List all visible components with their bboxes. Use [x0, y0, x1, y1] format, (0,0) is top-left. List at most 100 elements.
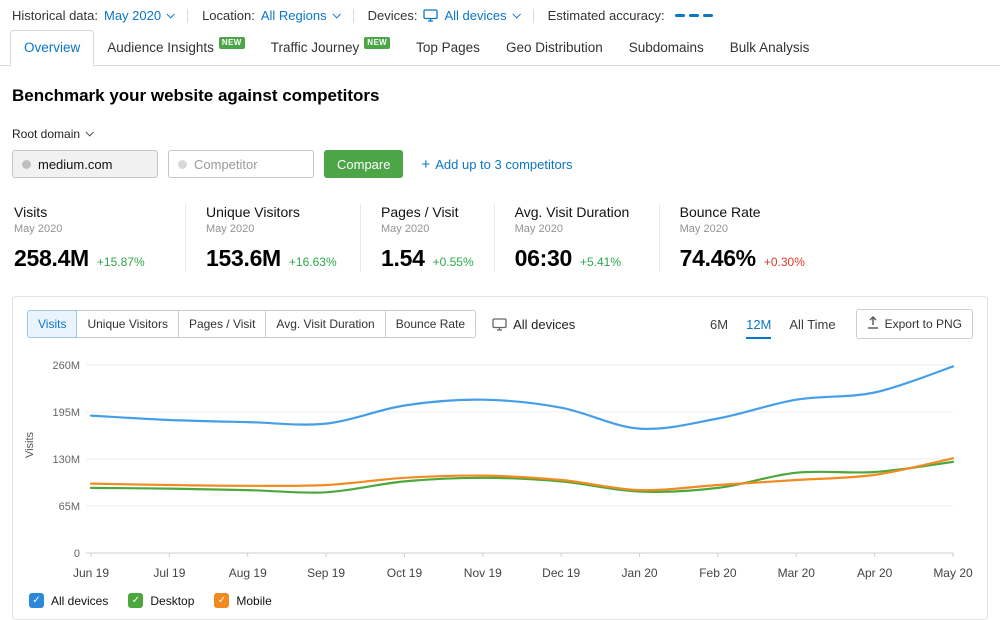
location-dropdown[interactable]: All Regions — [261, 8, 339, 23]
compare-input-row: medium.com Competitor Compare Add up to … — [12, 150, 988, 178]
metric-value: 06:30 — [515, 245, 572, 272]
range-selector: 6M 12M All Time — [710, 313, 836, 336]
legend-label: Desktop — [150, 594, 194, 608]
metric-toggle-avg-visit-duration[interactable]: Avg. Visit Duration — [265, 310, 385, 338]
svg-text:Dec 19: Dec 19 — [542, 566, 580, 580]
tab-overview[interactable]: Overview — [10, 30, 94, 66]
svg-text:Feb 20: Feb 20 — [699, 566, 737, 580]
metric-period: May 2020 — [515, 223, 639, 235]
range-12m[interactable]: 12M — [746, 313, 771, 336]
location-label: Location: — [202, 8, 255, 23]
favicon-placeholder-icon — [22, 160, 31, 169]
historical-data-dropdown[interactable]: May 2020 — [104, 8, 173, 23]
metric-value: 258.4M — [14, 245, 89, 272]
device-filter[interactable]: All devices — [492, 317, 575, 332]
tab-traffic-journey[interactable]: Traffic Journey NEW — [258, 31, 403, 65]
location-value: All Regions — [261, 8, 327, 23]
metric-name: Pages / Visit — [381, 204, 474, 220]
divider — [187, 9, 188, 23]
metric-period: May 2020 — [381, 223, 474, 235]
divider — [533, 9, 534, 23]
tab-label: Geo Distribution — [506, 40, 603, 55]
y-axis-title: Visits — [24, 432, 36, 458]
metric-pages-per-visit: Pages / Visit May 2020 1.54 +0.55% — [360, 204, 494, 272]
svg-text:Jun 19: Jun 19 — [73, 566, 109, 580]
monitor-icon — [423, 9, 438, 22]
accuracy-dash-icon — [703, 14, 713, 17]
chevron-down-icon — [332, 10, 340, 18]
metric-toggle-visits[interactable]: Visits — [27, 310, 77, 338]
metric-toggle-unique-visitors[interactable]: Unique Visitors — [76, 310, 178, 338]
svg-text:130M: 130M — [52, 454, 80, 466]
tab-audience-insights[interactable]: Audience InsightsNEW — [94, 31, 257, 65]
compare-button[interactable]: Compare — [324, 150, 403, 178]
svg-text:260M: 260M — [52, 360, 80, 372]
metric-toggle-bounce-rate[interactable]: Bounce Rate — [385, 310, 476, 338]
devices-value: All devices — [444, 8, 506, 23]
svg-text:Sep 19: Sep 19 — [307, 566, 345, 580]
tab-bar: Overview Audience InsightsNEW Traffic Jo… — [0, 30, 1000, 66]
chevron-down-icon — [86, 128, 94, 136]
main-content: Benchmark your website against competito… — [0, 66, 1000, 620]
svg-text:May 20: May 20 — [933, 566, 973, 580]
tab-label: Traffic Journey — [271, 40, 360, 55]
tab-subdomains[interactable]: Subdomains — [616, 31, 717, 65]
svg-text:Aug 19: Aug 19 — [229, 566, 267, 580]
devices-dropdown[interactable]: All devices — [423, 8, 518, 23]
metric-period: May 2020 — [206, 223, 340, 235]
tab-label: Top Pages — [416, 40, 480, 55]
legend-all-devices[interactable]: All devices — [29, 593, 108, 608]
metric-change: +16.63% — [289, 255, 337, 269]
metric-change: +0.55% — [433, 255, 474, 269]
metric-value: 153.6M — [206, 245, 281, 272]
tab-geo-distribution[interactable]: Geo Distribution — [493, 31, 616, 65]
legend-label: All devices — [51, 594, 108, 608]
metric-value: 1.54 — [381, 245, 425, 272]
chevron-down-icon — [167, 10, 175, 18]
legend-desktop[interactable]: Desktop — [128, 593, 194, 608]
metric-avg-visit-duration: Avg. Visit Duration May 2020 06:30+5.41% — [494, 204, 659, 272]
metric-value: 74.46% — [680, 245, 756, 272]
metric-change: +0.30% — [764, 255, 805, 269]
competitor-input[interactable]: Competitor — [168, 150, 314, 178]
metric-toggle-pages-per-visit[interactable]: Pages / Visit — [178, 310, 266, 338]
tab-label: Bulk Analysis — [730, 40, 810, 55]
competitor-placeholder: Competitor — [194, 157, 258, 172]
metric-bounce-rate: Bounce Rate May 2020 74.46%+0.30% — [659, 204, 825, 272]
svg-text:Jan 20: Jan 20 — [622, 566, 658, 580]
historical-data-value: May 2020 — [104, 8, 161, 23]
export-icon — [867, 316, 879, 332]
chevron-down-icon — [512, 10, 520, 18]
accuracy-meter — [675, 14, 713, 17]
monitor-icon — [492, 318, 507, 331]
export-png-button[interactable]: Export to PNG — [856, 309, 973, 339]
add-competitors-link[interactable]: Add up to 3 competitors — [421, 157, 572, 172]
divider — [353, 9, 354, 23]
metric-name: Visits — [14, 204, 165, 220]
filters-bar: Historical data: May 2020 Location: All … — [0, 0, 1000, 30]
svg-text:195M: 195M — [52, 407, 80, 419]
svg-text:Apr 20: Apr 20 — [857, 566, 893, 580]
tab-label: Audience Insights — [107, 40, 214, 55]
range-6m[interactable]: 6M — [710, 313, 728, 336]
svg-text:65M: 65M — [59, 501, 80, 513]
checkbox-checked-icon[interactable] — [29, 593, 44, 608]
svg-text:Oct 19: Oct 19 — [387, 566, 423, 580]
new-badge: NEW — [364, 37, 390, 49]
metric-name: Unique Visitors — [206, 204, 340, 220]
metric-name: Avg. Visit Duration — [515, 204, 639, 220]
svg-text:Jul 19: Jul 19 — [153, 566, 185, 580]
export-label: Export to PNG — [885, 317, 962, 331]
legend-label: Mobile — [236, 594, 271, 608]
checkbox-checked-icon[interactable] — [214, 593, 229, 608]
metric-unique-visitors: Unique Visitors May 2020 153.6M +16.63% — [185, 204, 360, 272]
tab-bulk-analysis[interactable]: Bulk Analysis — [717, 31, 823, 65]
range-all-time[interactable]: All Time — [789, 313, 835, 336]
metric-name: Bounce Rate — [680, 204, 805, 220]
main-domain-input[interactable]: medium.com — [12, 150, 158, 178]
checkbox-checked-icon[interactable] — [128, 593, 143, 608]
tab-label: Subdomains — [629, 40, 704, 55]
legend-mobile[interactable]: Mobile — [214, 593, 271, 608]
tab-top-pages[interactable]: Top Pages — [403, 31, 493, 65]
root-domain-selector[interactable]: Root domain — [12, 127, 92, 141]
